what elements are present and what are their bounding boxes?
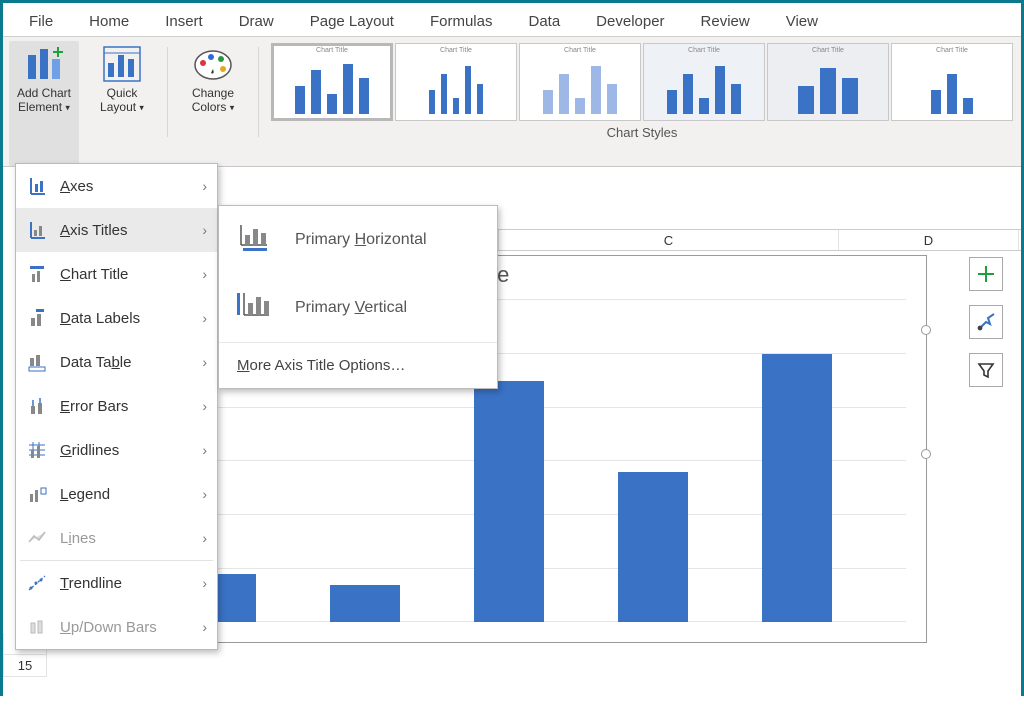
- chart-style-6[interactable]: Chart Title: [891, 43, 1013, 121]
- column-header-c[interactable]: C: [499, 230, 839, 250]
- menu-item-up-down-bars: Up/Down Bars ›: [16, 605, 217, 649]
- quick-layout-button[interactable]: Quick Layout ▾: [87, 41, 157, 166]
- tab-view[interactable]: View: [768, 7, 836, 36]
- menu-item-label: Error Bars: [60, 398, 190, 415]
- chart-bar-4[interactable]: [618, 472, 688, 622]
- chevron-right-icon: ›: [202, 178, 207, 194]
- tab-developer[interactable]: Developer: [578, 7, 682, 36]
- change-colors-label: Change Colors ▾: [180, 87, 246, 115]
- quick-layout-label: Quick Layout ▾: [89, 87, 155, 115]
- chart-style-4[interactable]: Chart Title: [643, 43, 765, 121]
- chevron-right-icon: ›: [202, 354, 207, 370]
- column-header-d[interactable]: D: [839, 230, 1019, 250]
- menu-item-label: Data Table: [60, 354, 190, 371]
- menu-item-label: Gridlines: [60, 442, 190, 459]
- palette-icon: [191, 43, 235, 83]
- submenu-more-options[interactable]: More Axis Title Options…: [219, 342, 497, 388]
- add-chart-element-menu: Axes › Axis Titles › Chart Title › Data …: [15, 163, 218, 650]
- error-bars-icon: [26, 396, 48, 416]
- chevron-right-icon: ›: [202, 486, 207, 502]
- menu-item-label: Up/Down Bars: [60, 619, 190, 636]
- tab-insert[interactable]: Insert: [147, 7, 221, 36]
- ribbon-tabs: File Home Insert Draw Page Layout Formul…: [3, 3, 1021, 37]
- chevron-right-icon: ›: [202, 310, 207, 326]
- legend-icon: [26, 484, 48, 504]
- data-labels-icon: [26, 308, 48, 328]
- chart-styles-gallery: Chart Title Chart Title Chart Title Char…: [269, 41, 1015, 123]
- tab-page-layout[interactable]: Page Layout: [292, 7, 412, 36]
- menu-item-axes[interactable]: Axes ›: [16, 164, 217, 208]
- chart-style-3[interactable]: Chart Title: [519, 43, 641, 121]
- chart-styles-label: Chart Styles: [269, 123, 1015, 142]
- tab-file[interactable]: File: [11, 7, 71, 36]
- chart-bar-5[interactable]: [762, 354, 832, 622]
- menu-item-trendline[interactable]: Trendline ›: [16, 561, 217, 605]
- chart-filters-button[interactable]: [969, 353, 1003, 387]
- tab-draw[interactable]: Draw: [221, 7, 292, 36]
- menu-item-label: Data Labels: [60, 310, 190, 327]
- menu-item-error-bars[interactable]: Error Bars ›: [16, 384, 217, 428]
- tab-review[interactable]: Review: [683, 7, 768, 36]
- submenu-label: Primary Horizontal: [295, 231, 427, 249]
- menu-item-label: Chart Title: [60, 266, 190, 283]
- menu-item-label: Trendline: [60, 575, 190, 592]
- chevron-right-icon: ›: [202, 575, 207, 591]
- submenu-primary-vertical[interactable]: Primary Vertical: [219, 274, 497, 342]
- menu-item-label: Legend: [60, 486, 190, 503]
- ribbon-body: Add Chart Element ▾ Quick Layout ▾ Chang…: [3, 37, 1021, 167]
- menu-item-legend[interactable]: Legend ›: [16, 472, 217, 516]
- add-chart-element-icon: [22, 43, 66, 83]
- axis-titles-icon: [26, 220, 48, 240]
- quick-layout-icon: [102, 43, 142, 83]
- menu-item-chart-title[interactable]: Chart Title ›: [16, 252, 217, 296]
- chevron-right-icon: ›: [202, 398, 207, 414]
- add-chart-element-label: Add Chart Element ▾: [11, 87, 77, 115]
- chart-style-5[interactable]: Chart Title: [767, 43, 889, 121]
- chevron-right-icon: ›: [202, 442, 207, 458]
- data-table-icon: [26, 352, 48, 372]
- chart-styles-group: Chart Title Chart Title Chart Title Char…: [269, 41, 1015, 166]
- chart-styles-button[interactable]: [969, 305, 1003, 339]
- chart-style-1[interactable]: Chart Title: [271, 43, 393, 121]
- chevron-right-icon: ›: [202, 266, 207, 282]
- primary-horizontal-icon: [237, 223, 273, 258]
- tab-formulas[interactable]: Formulas: [412, 7, 511, 36]
- chart-style-2[interactable]: Chart Title: [395, 43, 517, 121]
- gridlines-icon: [26, 440, 48, 460]
- row-header-15[interactable]: 15: [3, 655, 47, 677]
- menu-item-label: Lines: [60, 530, 190, 547]
- chart-bar-3[interactable]: [474, 381, 544, 623]
- up-down-bars-icon: [26, 617, 48, 637]
- menu-item-data-table[interactable]: Data Table ›: [16, 340, 217, 384]
- menu-item-label: Axis Titles: [60, 222, 190, 239]
- chart-elements-button[interactable]: [969, 257, 1003, 291]
- axes-icon: [26, 176, 48, 196]
- chevron-right-icon: ›: [202, 222, 207, 238]
- menu-item-axis-titles[interactable]: Axis Titles ›: [16, 208, 217, 252]
- submenu-label: Primary Vertical: [295, 299, 407, 317]
- primary-vertical-icon: [237, 291, 273, 326]
- chevron-right-icon: ›: [202, 619, 207, 635]
- chevron-right-icon: ›: [202, 530, 207, 546]
- lines-icon: [26, 528, 48, 548]
- trendline-icon: [26, 573, 48, 593]
- add-chart-element-button[interactable]: Add Chart Element ▾: [9, 41, 79, 166]
- axis-titles-submenu: Primary Horizontal Primary Vertical More…: [218, 205, 498, 389]
- change-colors-button[interactable]: Change Colors ▾: [178, 41, 248, 166]
- menu-item-gridlines[interactable]: Gridlines ›: [16, 428, 217, 472]
- chart-title-icon: [26, 264, 48, 284]
- submenu-primary-horizontal[interactable]: Primary Horizontal: [219, 206, 497, 274]
- menu-item-label: Axes: [60, 178, 190, 195]
- tab-home[interactable]: Home: [71, 7, 147, 36]
- menu-item-lines: Lines ›: [16, 516, 217, 560]
- tab-data[interactable]: Data: [510, 7, 578, 36]
- menu-item-data-labels[interactable]: Data Labels ›: [16, 296, 217, 340]
- chart-floating-tools: [969, 257, 1003, 387]
- chart-bar-2[interactable]: [330, 585, 400, 622]
